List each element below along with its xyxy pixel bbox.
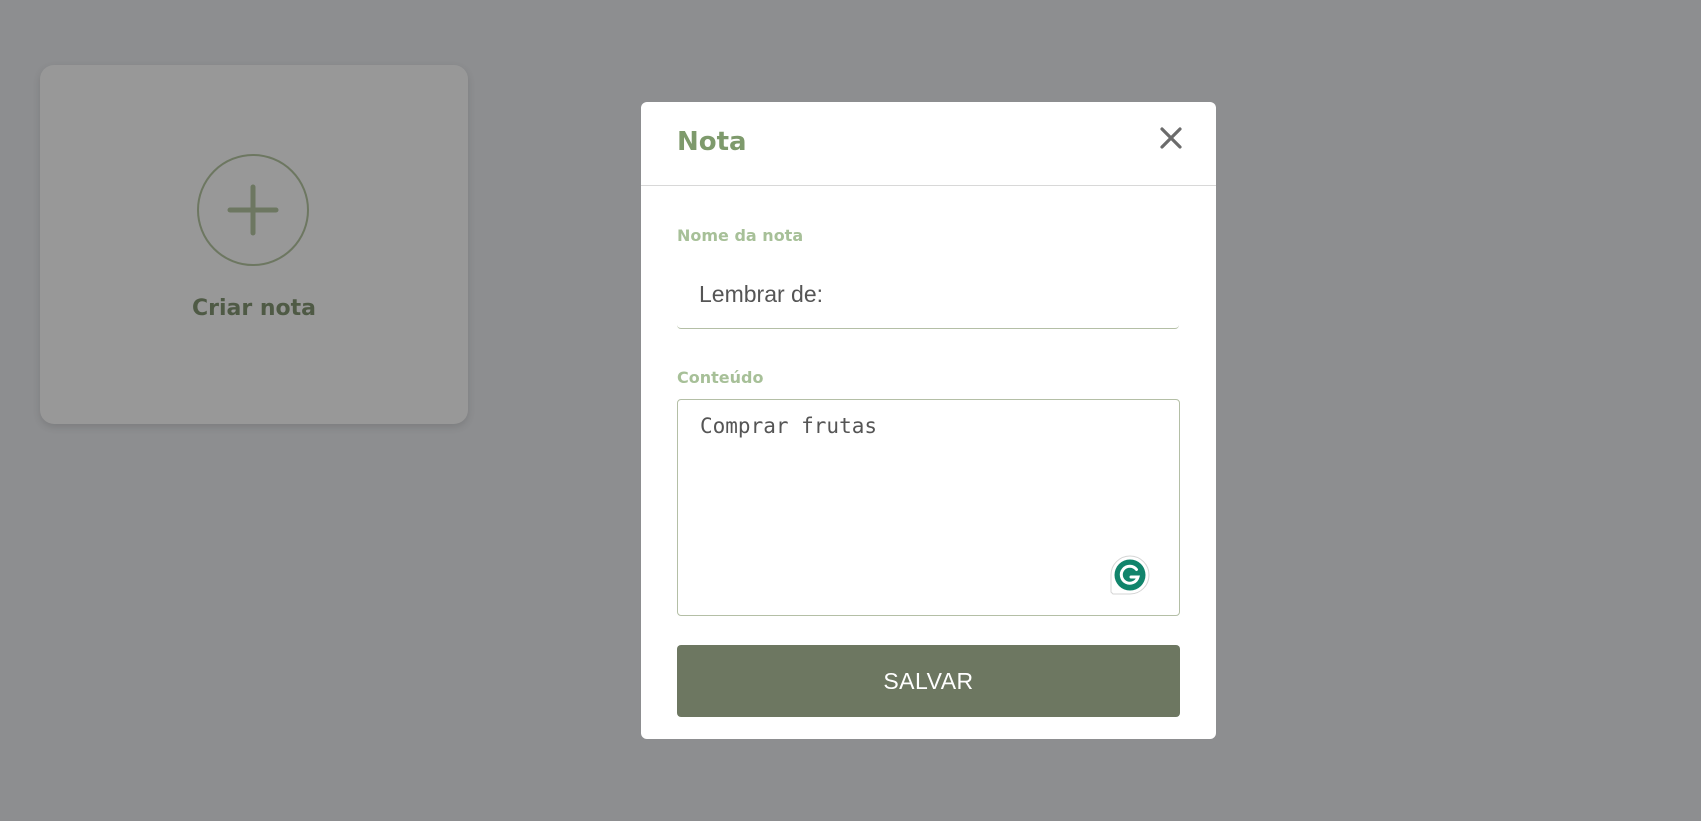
close-icon xyxy=(1160,127,1182,149)
note-content-label: Conteúdo xyxy=(677,368,764,387)
note-modal: Nota Nome da nota Conteúdo Comprar fruta… xyxy=(641,102,1216,739)
modal-header: Nota xyxy=(641,102,1216,186)
create-note-label: Criar nota xyxy=(191,296,317,321)
note-content-textarea[interactable]: Comprar frutas xyxy=(677,399,1180,616)
note-name-label: Nome da nota xyxy=(677,226,804,245)
close-button[interactable] xyxy=(1155,122,1187,154)
plus-icon xyxy=(227,184,279,236)
plus-circle-icon xyxy=(197,154,309,266)
modal-title: Nota xyxy=(677,127,747,157)
grammarly-icon[interactable] xyxy=(1109,554,1151,596)
create-note-card[interactable]: Criar nota xyxy=(40,65,468,424)
save-button[interactable]: SALVAR xyxy=(677,645,1180,717)
note-name-input[interactable] xyxy=(677,261,1179,329)
